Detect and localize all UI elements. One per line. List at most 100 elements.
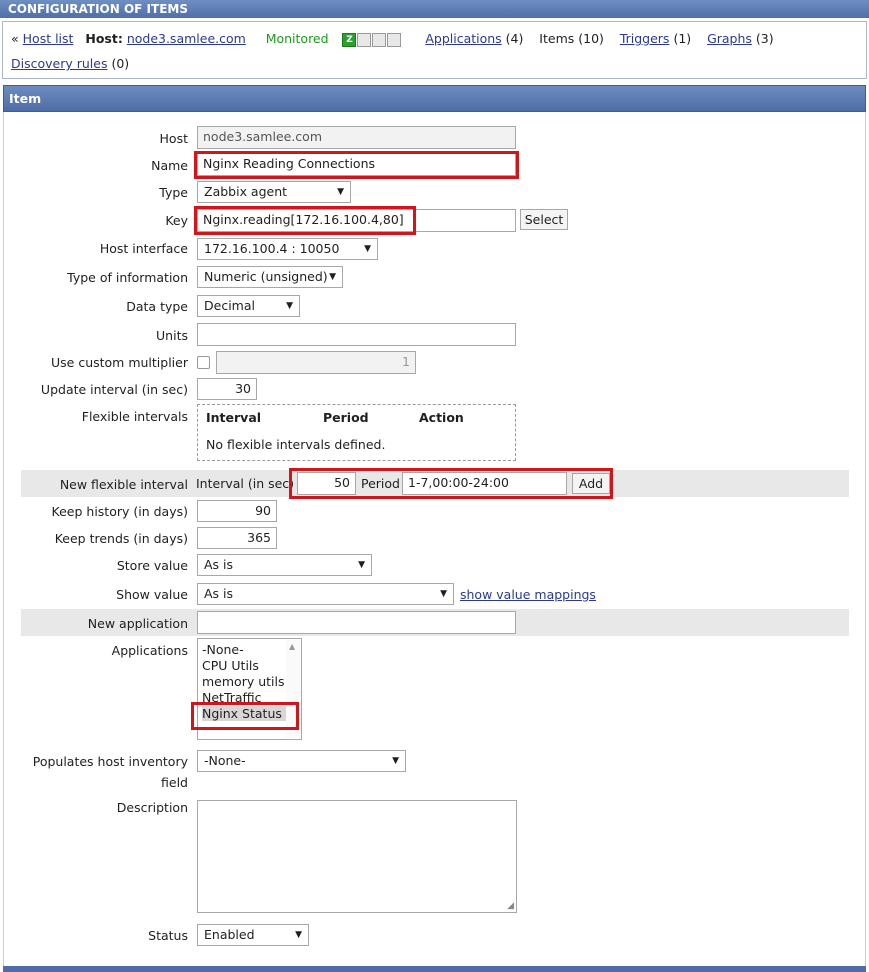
custom-multiplier-label: Use custom multiplier [51,355,188,370]
data-type-label: Data type [126,299,188,314]
empty-message: No flexible intervals defined. [206,437,386,452]
triggers-link[interactable]: Triggers [620,31,670,46]
discovery-rules-count: (0) [111,56,130,71]
graphs-count: (3) [755,31,774,46]
update-interval-input[interactable]: 30 [197,378,257,400]
units-label: Units [156,328,188,343]
store-value-select[interactable]: As is ▼ [197,554,372,576]
chevron-down-icon: ▼ [358,560,365,570]
units-input[interactable] [197,323,516,346]
triggers-count: (1) [673,31,692,46]
new-application-input[interactable] [197,611,516,634]
add-flexible-interval-button[interactable]: Add [572,473,610,494]
keep-trends-input[interactable]: 365 [197,527,277,549]
description-label: Description [116,800,188,815]
flexible-intervals-table: Interval Period Action No flexible inter… [197,404,516,461]
footer-bar [3,966,866,972]
custom-multiplier-input: 1 [216,351,416,374]
keep-history-input[interactable]: 90 [197,500,277,522]
store-value-value: As is [204,557,234,572]
new-application-label: New application [87,616,188,631]
type-label: Type [159,185,188,200]
description-textarea[interactable]: ◢ [197,800,517,913]
inventory-field-label-line2: field [161,775,188,790]
listbox-scrollbar[interactable]: ▲ [286,640,300,738]
application-option[interactable]: NetTraffic [202,690,262,705]
key-select-button[interactable]: Select [520,209,568,230]
host-interface-value: 172.16.100.4 : 10050 [204,241,340,256]
items-count: (10) [578,31,604,46]
chevron-down-icon: ▼ [329,272,336,282]
keep-trends-label: Keep trends (in days) [54,531,188,546]
custom-multiplier-checkbox[interactable] [197,356,210,369]
keep-history-label: Keep history (in days) [51,504,188,519]
store-value-label: Store value [116,558,188,573]
host-label: Host [159,131,188,146]
items-label: Items [539,31,575,46]
applications-label: Applications [111,643,188,658]
column-interval: Interval [206,410,262,425]
name-input[interactable]: Nginx Reading Connections [197,153,516,176]
new-flexible-interval-label: New flexible interval [59,477,188,492]
column-action: Action [419,410,464,425]
flexible-intervals-label: Flexible intervals [81,409,188,424]
chevron-down-icon: ▼ [440,589,447,599]
period-label: Period [361,476,400,491]
host-interface-select[interactable]: 172.16.100.4 : 10050 ▼ [197,238,378,260]
inventory-field-label: Populates host inventory [32,754,188,769]
type-select-value: Zabbix agent [204,184,288,199]
data-type-select[interactable]: Decimal ▼ [197,295,300,317]
host-interface-label: Host interface [99,241,188,256]
chevron-up-icon[interactable]: ▲ [289,642,295,651]
host-list-link[interactable]: Host list [23,31,74,46]
zabbix-icon: Z [342,32,357,47]
availability-icons: Z [342,32,402,47]
application-option[interactable]: memory utils [202,674,284,689]
flexible-interval-input[interactable]: 50 [297,472,356,495]
chevron-down-icon: ▼ [295,930,302,940]
chevron-down-icon: ▼ [392,756,399,766]
applications-link[interactable]: Applications [425,31,501,46]
graphs-link[interactable]: Graphs [707,31,752,46]
flexible-period-input[interactable]: 1-7,00:00-24:00 [402,472,567,495]
page-header: CONFIGURATION OF ITEMS [0,0,869,18]
type-select[interactable]: Zabbix agent ▼ [197,181,351,203]
status-select[interactable]: Enabled ▼ [197,924,309,946]
ipmi-icon [387,32,402,47]
column-period: Period [323,410,369,425]
status-value: Enabled [204,927,255,942]
applications-count: (4) [505,31,524,46]
application-option-selected[interactable]: Nginx Status [202,706,286,721]
show-value-mappings-link[interactable]: show value mappings [460,587,596,602]
interval-in-sec-label: Interval (in sec) [196,476,295,491]
status-label: Status [148,928,188,943]
applications-listbox[interactable]: -None- CPU Utils memory utils NetTraffic… [197,638,302,740]
chevron-down-icon: ▼ [364,244,371,254]
type-of-information-label: Type of information [67,270,188,285]
section-title: Item [3,85,866,112]
key-label: Key [165,213,188,228]
back-arrow: « [11,31,19,46]
snmp-icon [357,32,372,47]
application-option[interactable]: CPU Utils [202,658,259,673]
chevron-down-icon: ▼ [286,301,293,311]
host-status: Monitored [265,31,329,46]
key-input[interactable]: Nginx.reading[172.16.100.4,80] [197,209,516,232]
resize-handle-icon[interactable]: ◢ [507,901,514,911]
data-type-value: Decimal [204,298,255,313]
host-name-link[interactable]: node3.samlee.com [127,31,246,46]
host-navigation: « Host list Host: node3.samlee.com Monit… [2,21,867,79]
host-field: node3.samlee.com [197,126,516,149]
show-value-value: As is [204,586,234,601]
host-label: Host: [85,31,123,46]
inventory-field-select[interactable]: -None- ▼ [197,750,406,772]
type-of-information-select[interactable]: Numeric (unsigned) ▼ [197,266,343,288]
discovery-rules-link[interactable]: Discovery rules [11,56,107,71]
type-of-information-value: Numeric (unsigned) [204,269,328,284]
jmx-icon [372,32,387,47]
application-option[interactable]: -None- [202,642,244,657]
name-label: Name [151,158,188,173]
chevron-down-icon: ▼ [337,187,344,197]
show-value-select[interactable]: As is ▼ [197,583,454,605]
show-value-label: Show value [116,587,188,602]
